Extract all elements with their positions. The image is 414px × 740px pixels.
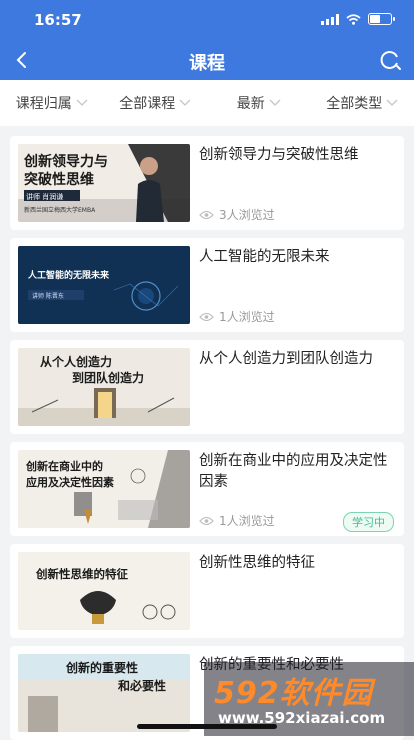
home-indicator[interactable] (137, 724, 277, 729)
view-count: 1人浏览过 (199, 308, 275, 325)
status-time: 16:57 (34, 11, 82, 29)
status-bar: 16:57 (0, 0, 414, 40)
filter-all-types[interactable]: 全部类型 (311, 93, 414, 113)
thumbnail-text: 讲师 肖润谦 (26, 192, 63, 201)
filter-ownership[interactable]: 课程归属 (0, 93, 104, 113)
battery-icon (368, 13, 392, 25)
wifi-icon (346, 14, 361, 25)
course-thumbnail: 创新性思维的特征 (18, 552, 190, 630)
course-card[interactable]: 创新性思维的特征 创新性思维的特征 (10, 544, 404, 638)
thumbnail-text: 创新在商业中的 (25, 459, 103, 473)
course-thumbnail: 创新的重要性 和必要性 (18, 654, 190, 732)
search-icon[interactable] (378, 48, 402, 72)
course-title: 创新性思维的特征 (199, 553, 390, 574)
course-thumbnail: 人工智能的无限未来 讲师 陈晋东 (18, 246, 190, 324)
course-card[interactable]: 创新在商业中的 应用及决定性因素 创新在商业中的应用及决定性因素 1人浏览过 学… (10, 442, 404, 536)
thumbnail-text: 讲师 陈晋东 (32, 292, 64, 300)
course-card[interactable]: 人工智能的无限未来 讲师 陈晋东 人工智能的无限未来 1人浏览过 (10, 238, 404, 332)
eye-icon (199, 516, 214, 526)
course-title: 人工智能的无限未来 (199, 247, 390, 268)
chevron-down-icon (179, 99, 191, 107)
filter-sort-latest[interactable]: 最新 (207, 93, 311, 113)
thumbnail-text: 创新领导力与 (23, 153, 108, 170)
thumbnail-text: 突破性思维 (24, 171, 94, 188)
chevron-down-icon (76, 99, 88, 107)
filter-all-courses[interactable]: 全部课程 (104, 93, 208, 113)
filter-label: 课程归属 (16, 93, 72, 113)
thumbnail-text: 应用及决定性因素 (26, 475, 114, 489)
thumbnail-text: 新西兰国立梅西大学EMBA (24, 206, 96, 214)
eye-icon (199, 312, 214, 322)
thumbnail-text: 创新性思维的特征 (35, 567, 128, 581)
course-card[interactable]: 创新领导力与 突破性思维 讲师 肖润谦 新西兰国立梅西大学EMBA 创新领导力与… (10, 136, 404, 230)
watermark-brand: 592软件园 (214, 668, 373, 712)
filter-label: 最新 (237, 93, 265, 113)
course-title: 创新领导力与突破性思维 (199, 145, 390, 166)
nav-bar: 课程 (0, 40, 414, 80)
status-icons (321, 13, 392, 25)
view-count-text: 1人浏览过 (219, 512, 275, 529)
course-thumbnail: 从个人创造力 到团队创造力 (18, 348, 190, 426)
filter-label: 全部课程 (119, 93, 175, 113)
course-title: 创新在商业中的应用及决定性因素 (199, 451, 390, 493)
thumbnail-text: 从个人创造力 (40, 354, 112, 369)
course-title: 从个人创造力到团队创造力 (199, 349, 390, 370)
page-title: 课程 (0, 49, 414, 75)
course-card[interactable]: 从个人创造力 到团队创造力 从个人创造力到团队创造力 (10, 340, 404, 434)
top-bar: 16:57 课程 (0, 0, 414, 80)
thumbnail-text: 到团队创造力 (72, 370, 144, 385)
signal-icon (321, 14, 339, 25)
chevron-down-icon (386, 99, 398, 107)
filter-label: 全部类型 (326, 93, 382, 113)
eye-icon (199, 210, 214, 220)
filter-bar: 课程归属 全部课程 最新 全部类型 (0, 80, 414, 126)
thumbnail-text: 创新的重要性 (65, 660, 138, 675)
status-badge: 学习中 (343, 512, 394, 532)
chevron-down-icon (269, 99, 281, 107)
course-list: 创新领导力与 突破性思维 讲师 肖润谦 新西兰国立梅西大学EMBA 创新领导力与… (0, 126, 414, 740)
thumbnail-text: 和必要性 (117, 678, 166, 693)
view-count-text: 3人浏览过 (219, 206, 275, 223)
view-count: 1人浏览过 (199, 512, 275, 529)
view-count: 3人浏览过 (199, 206, 275, 223)
course-thumbnail: 创新在商业中的 应用及决定性因素 (18, 450, 190, 528)
thumbnail-text: 人工智能的无限未来 (27, 269, 110, 281)
course-thumbnail: 创新领导力与 突破性思维 讲师 肖润谦 新西兰国立梅西大学EMBA (18, 144, 190, 222)
view-count-text: 1人浏览过 (219, 308, 275, 325)
